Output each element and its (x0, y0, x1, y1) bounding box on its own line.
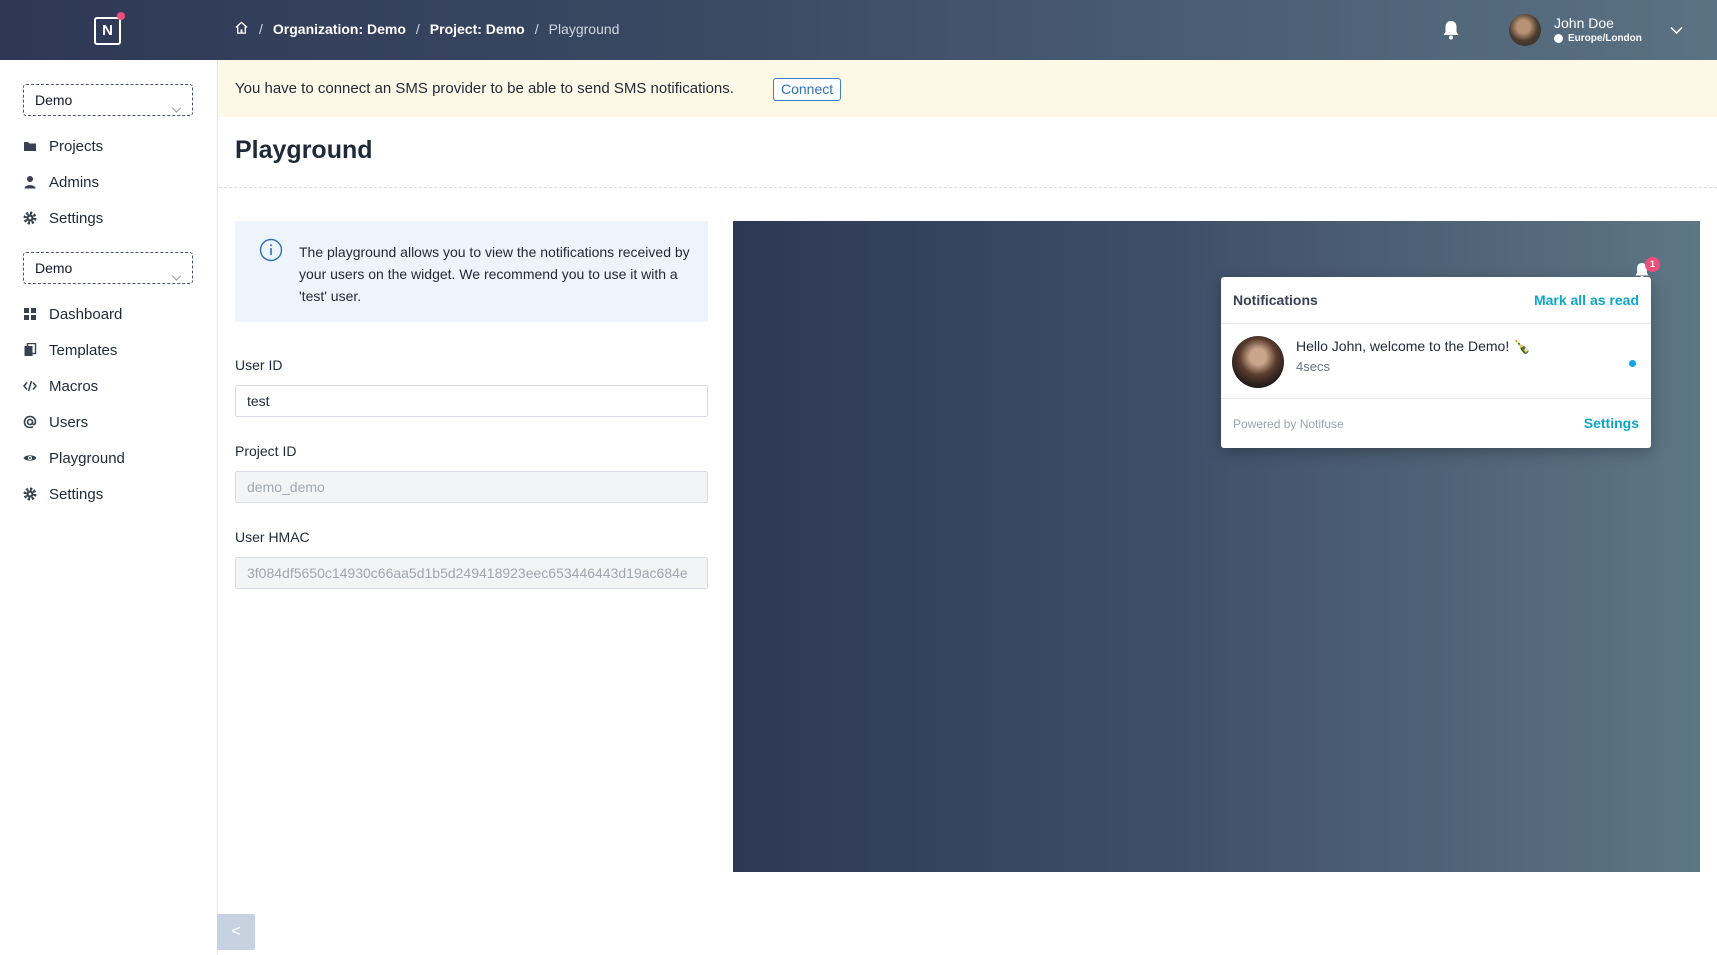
organization-selector-value: Demo (35, 92, 73, 108)
powered-by-label: Powered by Notifuse (1233, 417, 1344, 431)
page-title: Playground (235, 136, 373, 164)
user-id-input[interactable]: test (235, 385, 708, 417)
logo-letter: N (102, 22, 113, 39)
title-divider (219, 187, 1717, 188)
sidebar-item-label: Playground (49, 449, 125, 467)
notification-time: 4secs (1296, 359, 1330, 374)
logo-dot (117, 12, 125, 20)
home-icon[interactable] (234, 20, 249, 38)
sidebar-item-macros[interactable]: Macros (23, 371, 98, 401)
breadcrumb-organization[interactable]: Organization: Demo (273, 21, 406, 37)
info-text: The playground allows you to view the no… (299, 244, 690, 304)
chevron-left-icon: < (231, 923, 241, 940)
sidebar-item-playground[interactable]: Playground (23, 443, 125, 473)
sidebar-item-org-settings[interactable]: Settings (23, 203, 103, 233)
templates-icon (23, 342, 37, 357)
sidebar-item-label: Settings (49, 485, 104, 503)
notifications-title: Notifications (1233, 292, 1318, 308)
sidebar-item-label: Macros (49, 377, 99, 395)
mark-all-read-button[interactable]: Mark all as read (1534, 292, 1639, 308)
breadcrumb-current: Playground (548, 21, 620, 37)
connect-button[interactable]: Connect (773, 78, 842, 101)
unread-dot (1629, 360, 1636, 367)
collapse-sidebar-button[interactable]: < (217, 914, 255, 950)
user-timezone: Europe/London (1554, 33, 1642, 44)
notifications-panel: Notifications Mark all as read Hello Joh… (1221, 277, 1651, 448)
sidebar-item-label: Users (49, 413, 89, 431)
sidebar-item-label: Admins (49, 173, 100, 191)
project-selector[interactable]: Demo (23, 252, 193, 284)
sidebar-item-label: Settings (49, 209, 104, 227)
clock-icon (1554, 34, 1563, 43)
user-icon (23, 175, 37, 189)
gear-icon (23, 211, 37, 225)
timezone-label: Europe/London (1568, 33, 1642, 44)
sidebar-item-label: Templates (49, 341, 118, 359)
project-id-label: Project ID (235, 443, 297, 459)
sidebar-item-project-settings[interactable]: Settings (23, 479, 103, 509)
gear-icon (23, 487, 37, 501)
info-box: The playground allows you to view the no… (235, 221, 708, 322)
chevron-down-icon (171, 262, 182, 292)
bell-icon[interactable] (1442, 20, 1460, 45)
user-id-label: User ID (235, 357, 283, 373)
avatar (1509, 14, 1541, 46)
user-menu[interactable]: John Doe Europe/London (1509, 14, 1669, 48)
widget-settings-link[interactable]: Settings (1584, 415, 1639, 431)
sidebar-item-dashboard[interactable]: Dashboard (23, 299, 122, 329)
sidebar-item-label: Projects (49, 137, 104, 155)
folder-icon (23, 139, 37, 153)
notification-count-badge: 1 (1645, 257, 1660, 272)
project-id-input: demo_demo (235, 471, 708, 503)
info-icon (259, 238, 283, 267)
chevron-down-icon (171, 94, 182, 124)
at-icon (23, 415, 37, 429)
breadcrumb-project[interactable]: Project: Demo (430, 21, 525, 37)
notification-message: Hello John, welcome to the Demo! 🍾 (1296, 338, 1531, 354)
sidebar-item-label: Dashboard (49, 305, 123, 323)
avatar (1232, 336, 1284, 388)
sidebar-item-admins[interactable]: Admins (23, 167, 99, 197)
top-header: N / Organization: Demo / Project: Demo /… (0, 0, 1717, 60)
breadcrumb-separator: / (259, 21, 263, 37)
alert-message: You have to connect an SMS provider to b… (235, 80, 734, 97)
user-hmac-label: User HMAC (235, 529, 310, 545)
breadcrumb-separator: / (534, 21, 539, 37)
breadcrumb: / Organization: Demo / Project: Demo / P… (234, 20, 619, 38)
sidebar-item-users[interactable]: Users (23, 407, 88, 437)
sms-provider-alert: You have to connect an SMS provider to b… (219, 60, 1717, 117)
chevron-down-icon[interactable] (1670, 22, 1683, 40)
app-logo[interactable]: N (94, 12, 125, 45)
user-hmac-input: 3f084df5650c14930c66aa5d1b5d249418923eec… (235, 557, 708, 589)
sidebar-item-templates[interactable]: Templates (23, 335, 117, 365)
eye-icon (23, 451, 37, 465)
notifications-header: Notifications Mark all as read (1221, 277, 1651, 324)
project-selector-value: Demo (35, 260, 73, 276)
sidebar-item-projects[interactable]: Projects (23, 131, 103, 161)
notification-item[interactable]: Hello John, welcome to the Demo! 🍾 4secs (1221, 324, 1651, 399)
user-name: John Doe (1554, 15, 1614, 31)
dashboard-icon (23, 307, 37, 321)
breadcrumb-separator: / (415, 21, 420, 37)
code-icon (23, 379, 37, 393)
organization-selector[interactable]: Demo (23, 84, 193, 116)
